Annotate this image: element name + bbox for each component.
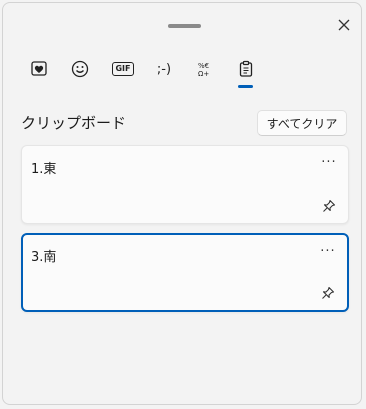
clipboard-item-selected[interactable]: 3.南 ··· xyxy=(21,233,349,312)
section-title: クリップボード xyxy=(21,114,127,132)
svg-text:%€: %€ xyxy=(198,62,209,70)
tab-symbols[interactable]: %€ Ω+ xyxy=(192,55,220,83)
clipboard-icon xyxy=(239,60,253,77)
tab-clipboard[interactable] xyxy=(232,55,260,83)
drag-handle[interactable] xyxy=(168,24,201,28)
clear-all-button[interactable]: すべてクリア xyxy=(257,110,347,136)
close-icon xyxy=(338,19,350,31)
close-button[interactable] xyxy=(334,15,354,35)
tab-emoji[interactable] xyxy=(66,55,94,83)
more-options-button[interactable]: ··· xyxy=(319,243,337,259)
tab-gif[interactable]: GIF xyxy=(109,55,137,83)
category-tabs: GIF ;-) %€ Ω+ xyxy=(23,55,263,89)
gif-icon: GIF xyxy=(112,62,134,76)
tab-kaomoji[interactable]: ;-) xyxy=(150,55,178,83)
symbols-icon: %€ Ω+ xyxy=(198,62,209,78)
svg-text:Ω+: Ω+ xyxy=(198,70,209,78)
selected-tab-indicator xyxy=(238,85,253,88)
pin-icon xyxy=(323,199,336,212)
emoji-clipboard-panel: GIF ;-) %€ Ω+ クリップボード すべてクリア 1.東 ··· 3.南… xyxy=(2,2,362,405)
pin-button[interactable] xyxy=(320,197,338,215)
clipboard-item-text: 3.南 xyxy=(31,250,57,265)
pin-button[interactable] xyxy=(319,284,337,302)
clipboard-item[interactable]: 1.東 ··· xyxy=(21,145,349,224)
heart-icon xyxy=(31,61,47,76)
tab-favorites[interactable] xyxy=(25,55,53,83)
kaomoji-icon: ;-) xyxy=(156,61,172,77)
pin-icon xyxy=(322,286,335,299)
smiley-icon xyxy=(71,60,89,78)
more-options-button[interactable]: ··· xyxy=(320,154,338,170)
clipboard-item-text: 1.東 xyxy=(31,162,57,177)
